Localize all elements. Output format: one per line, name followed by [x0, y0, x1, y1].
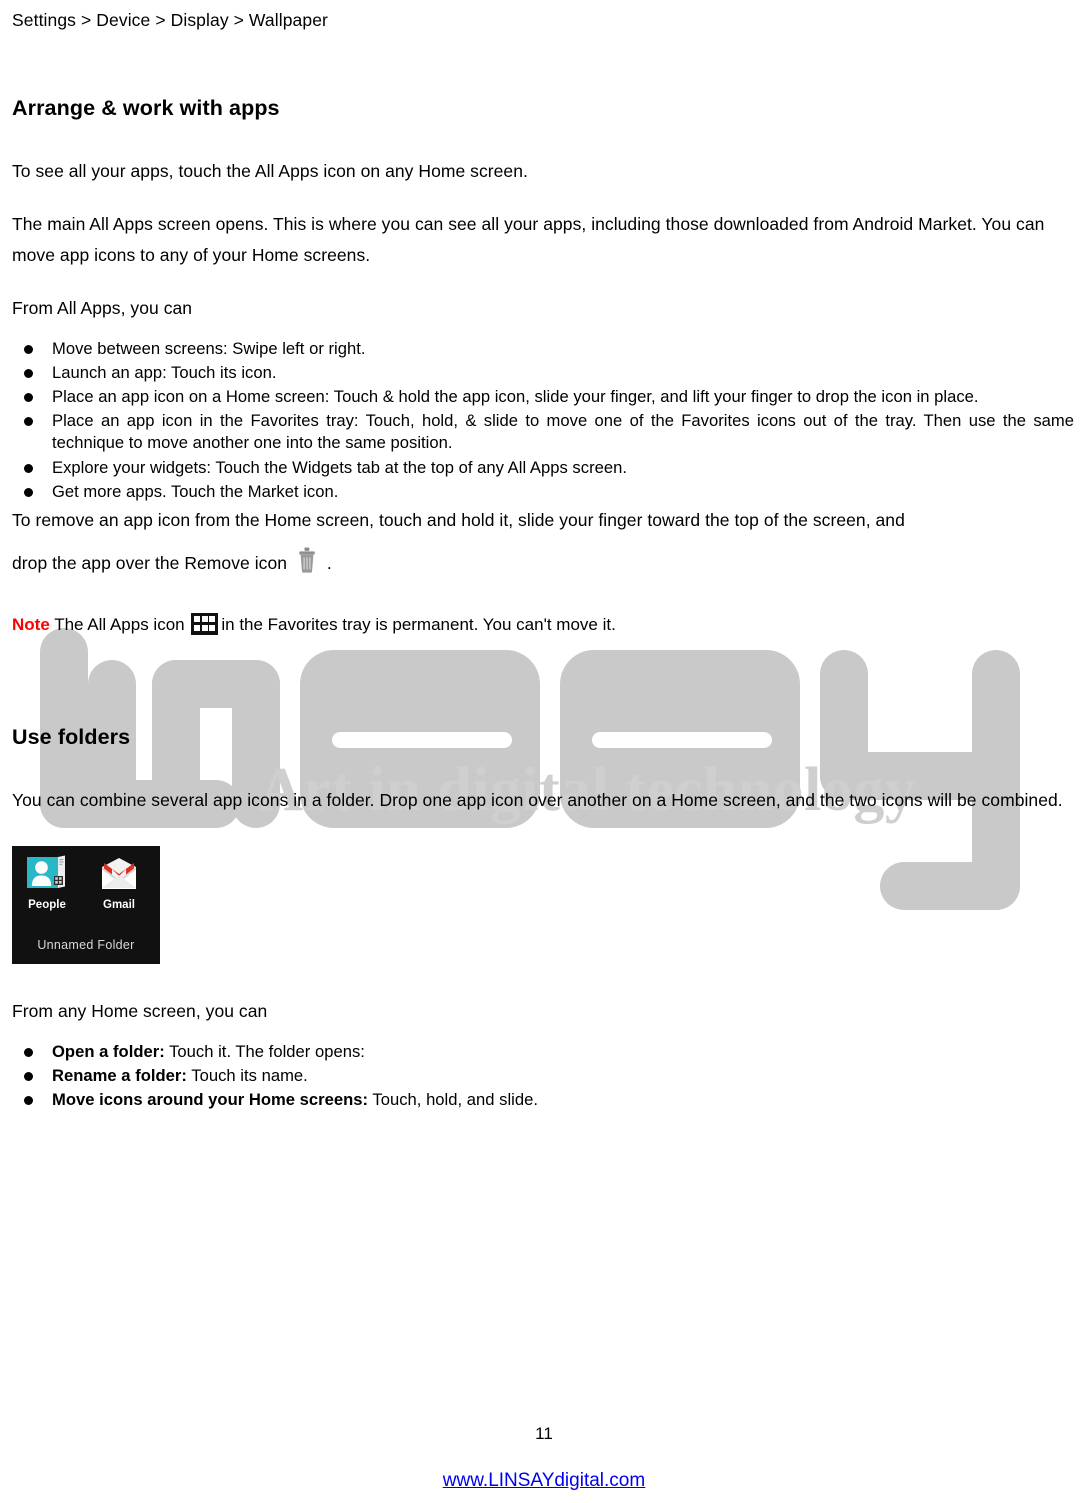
remove-text-after-icon: . [326, 552, 332, 573]
note-label: Note [12, 614, 50, 634]
list-item: Launch an app: Touch its icon. [12, 362, 1076, 384]
trash-icon [293, 545, 320, 576]
list-item-bold: Rename a folder: [52, 1065, 187, 1085]
folder-screenshot-image: People Gmail Unnamed Folder [12, 845, 160, 964]
people-icon [27, 855, 65, 888]
breadcrumb: Settings > Device > Display > Wallpaper [12, 10, 328, 30]
list-item: Explore your widgets: Touch the Widgets … [12, 457, 1076, 479]
section-heading-arrange: Arrange & work with apps [12, 95, 280, 120]
list-item: Get more apps. Touch the Market icon. [12, 481, 1076, 503]
list-item-rest: Touch, hold, and slide. [368, 1089, 539, 1109]
list-item: Place an app icon on a Home screen: Touc… [12, 386, 1076, 408]
note-text-after-icon: in the Favorites tray is permanent. You … [221, 614, 616, 634]
list-item: Rename a folder: Touch its name. [12, 1065, 1076, 1087]
list-item: Open a folder: Touch it. The folder open… [12, 1041, 1076, 1063]
footer-link-anchor[interactable]: www.LINSAYdigital.com [443, 1470, 645, 1491]
remove-text-before-icon: drop the app over the Remove icon [12, 552, 288, 573]
paragraph-all-apps: The main All Apps screen opens. This is … [12, 213, 1045, 265]
list-item: Move between screens: Swipe left or righ… [12, 338, 1076, 360]
list-item-rest: Touch it. The folder opens: [164, 1041, 365, 1061]
paragraph-folders: You can combine several app icons in a f… [12, 789, 1063, 810]
list-item-bold: Open a folder: [52, 1041, 165, 1061]
note-text-before-icon: The All Apps icon [54, 614, 185, 634]
section-heading-folders: Use folders [12, 724, 131, 749]
list-item-bold: Move icons around your Home screens: [52, 1089, 369, 1109]
folder-app-people: People [18, 854, 76, 911]
folder-name-label: Unnamed Folder [37, 937, 135, 952]
paragraph-remove-line2: drop the app over the Remove icon . [12, 545, 1076, 579]
all-apps-grid-icon [191, 612, 219, 635]
paragraph-lead-in: From All Apps, you can [12, 298, 193, 319]
footer-link[interactable]: www.LINSAYdigital.com [0, 1470, 1088, 1492]
bullet-list-all-apps: Move between screens: Swipe left or righ… [12, 338, 1076, 502]
paragraph-intro: To see all your apps, touch the All Apps… [12, 160, 528, 181]
note-line: Note The All Apps icon in the Favorites … [12, 612, 1076, 637]
list-item-rest: Touch its name. [186, 1065, 308, 1085]
folder-app-gmail: Gmail [90, 854, 148, 911]
paragraph-remove-line1: To remove an app icon from the Home scre… [12, 509, 905, 530]
gmail-icon [102, 857, 136, 889]
folder-app-row: People Gmail [12, 846, 160, 911]
list-item: Place an app icon in the Favorites tray:… [12, 410, 1076, 454]
page-number: 11 [535, 1424, 553, 1443]
bullet-list-folders: Open a folder: Touch it. The folder open… [12, 1041, 1076, 1111]
app-label: People [28, 898, 66, 911]
app-label: Gmail [103, 898, 135, 911]
paragraph-home-lead-in: From any Home screen, you can [12, 1000, 268, 1021]
list-item: Move icons around your Home screens: Tou… [12, 1089, 1076, 1111]
document-page: Settings > Device > Display > Wallpaper … [0, 0, 1088, 1111]
